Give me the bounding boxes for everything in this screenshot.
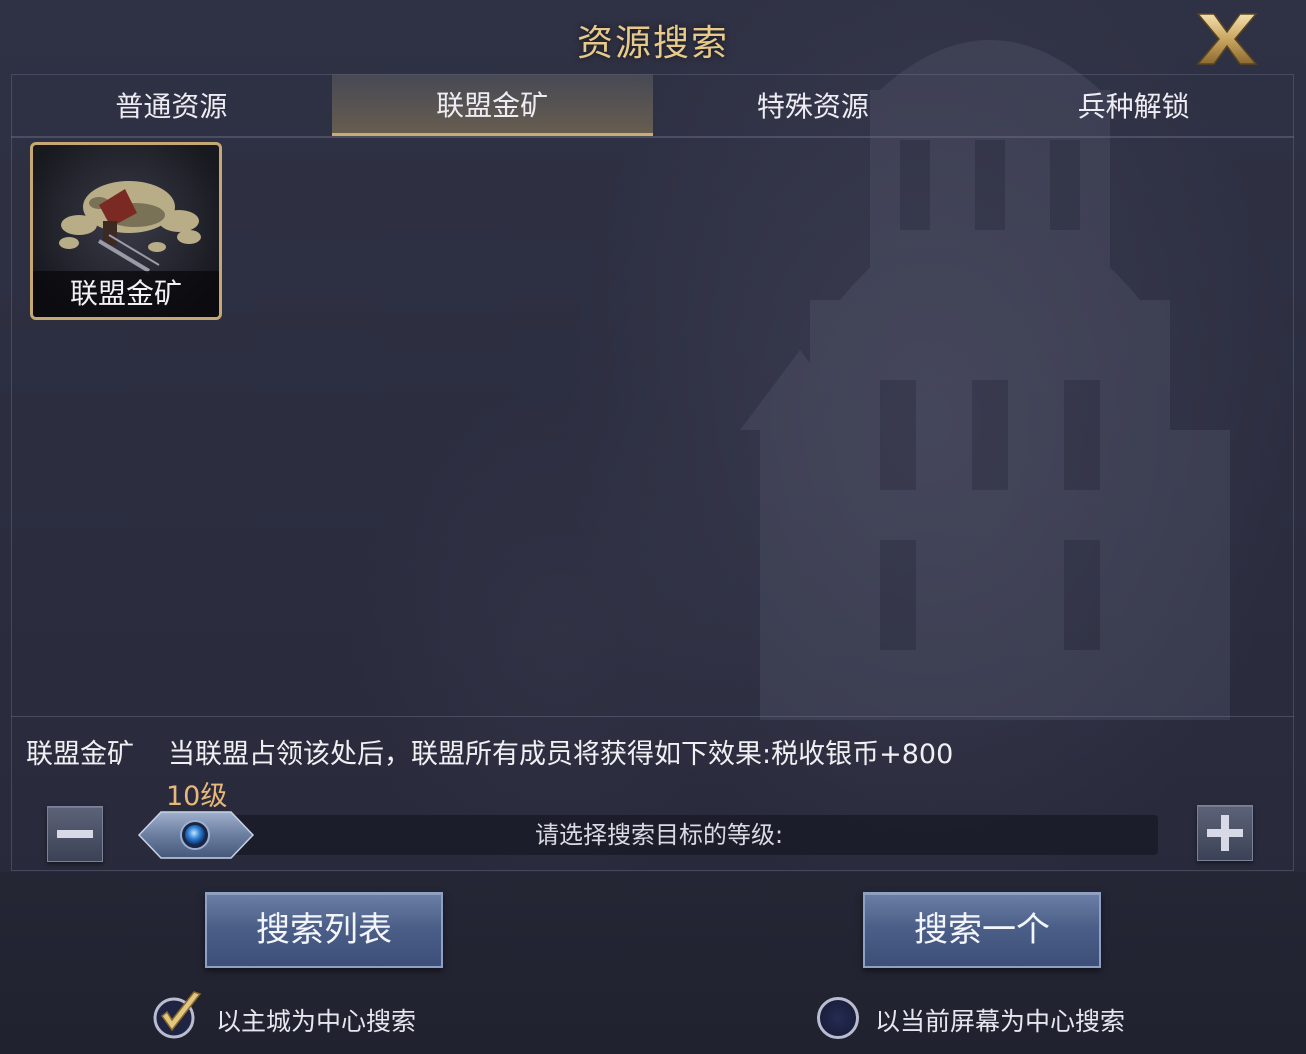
level-slider-thumb[interactable] bbox=[137, 810, 255, 860]
gold-mine-icon bbox=[59, 181, 201, 273]
slider-gem-icon bbox=[137, 811, 255, 859]
search-from-main-city-checkbox[interactable] bbox=[152, 988, 204, 1040]
resource-card-label: 联盟金矿 bbox=[33, 271, 219, 317]
level-increase-button[interactable] bbox=[1197, 805, 1253, 861]
tab-alliance-gold-mine[interactable]: 联盟金矿 bbox=[331, 74, 653, 136]
plus-icon bbox=[1207, 815, 1243, 851]
radio-icon[interactable] bbox=[817, 997, 859, 1039]
level-value: 10级 bbox=[166, 781, 228, 812]
resource-description: 当联盟占领该处后，联盟所有成员将获得如下效果:税收银币+800 bbox=[168, 739, 954, 770]
section-divider bbox=[11, 716, 1294, 717]
tab-unit-unlock[interactable]: 兵种解锁 bbox=[973, 74, 1294, 136]
x-close-icon bbox=[1196, 13, 1258, 65]
search-list-button[interactable]: 搜索列表 bbox=[205, 892, 443, 968]
search-from-screen-center-label[interactable]: 以当前屏幕为中心搜索 bbox=[875, 1002, 1125, 1038]
resource-tabs: 普通资源 联盟金矿 特殊资源 兵种解锁 bbox=[11, 74, 1294, 138]
level-decrease-button[interactable] bbox=[47, 806, 103, 862]
resource-card-alliance-gold-mine[interactable]: 联盟金矿 bbox=[30, 142, 222, 320]
minus-icon bbox=[57, 830, 93, 838]
checkmark-icon bbox=[153, 991, 202, 1039]
level-slider-hint: 请选择搜索目标的等级: bbox=[534, 821, 784, 849]
window-title: 资源搜索 bbox=[576, 23, 729, 64]
close-button[interactable] bbox=[1192, 8, 1262, 70]
search-from-main-city-label[interactable]: 以主城为中心搜索 bbox=[216, 1002, 416, 1038]
tab-normal-resources[interactable]: 普通资源 bbox=[11, 74, 332, 136]
tab-special-resources[interactable]: 特殊资源 bbox=[653, 74, 974, 136]
resource-name: 联盟金矿 bbox=[26, 739, 134, 770]
search-one-button[interactable]: 搜索一个 bbox=[863, 892, 1101, 968]
